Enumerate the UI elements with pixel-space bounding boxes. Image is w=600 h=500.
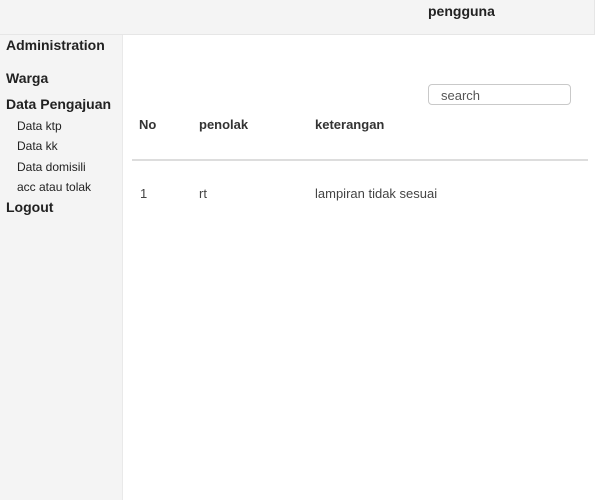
sidebar-subitem-acc-atau-tolak[interactable]: acc atau tolak bbox=[17, 180, 91, 194]
sidebar-subitem-data-kk[interactable]: Data kk bbox=[17, 139, 58, 153]
sidebar-subitem-data-ktp[interactable]: Data ktp bbox=[17, 119, 62, 133]
cell-no: 1 bbox=[140, 186, 148, 201]
cell-keterangan: lampiran tidak sesuai bbox=[315, 186, 438, 201]
column-header-keterangan: keterangan bbox=[315, 117, 385, 132]
column-header-penolak: penolak bbox=[199, 117, 249, 132]
column-header-no: No bbox=[139, 117, 157, 132]
cell-penolak: rt bbox=[199, 186, 207, 201]
sidebar-item-data-pengajuan[interactable]: Data Pengajuan bbox=[6, 96, 111, 112]
sidebar-subitem-data-domisili[interactable]: Data domisili bbox=[17, 160, 86, 174]
top-header-bar: pengguna bbox=[0, 0, 595, 35]
user-label[interactable]: pengguna bbox=[428, 3, 495, 19]
sidebar-item-administration[interactable]: Administration bbox=[6, 37, 105, 53]
search-input[interactable] bbox=[428, 84, 571, 105]
table-header-divider bbox=[132, 159, 588, 161]
sidebar-item-logout[interactable]: Logout bbox=[6, 199, 53, 215]
sidebar: Administration Warga Data Pengajuan Data… bbox=[0, 35, 123, 500]
sidebar-item-warga[interactable]: Warga bbox=[6, 70, 48, 86]
main-content: No penolak keterangan 1 rt lampiran tida… bbox=[124, 35, 600, 500]
